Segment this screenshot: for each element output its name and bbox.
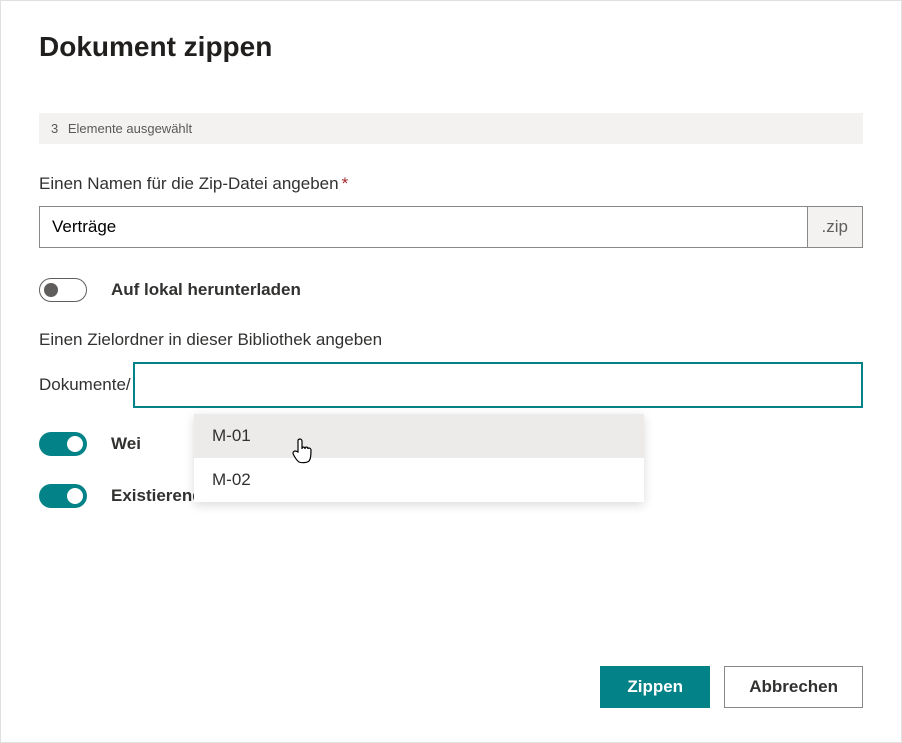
- download-local-toggle[interactable]: [39, 278, 87, 302]
- toggle-knob: [67, 436, 83, 452]
- path-prefix: Dokumente/: [39, 375, 133, 395]
- target-folder-row: Dokumente/ M-01 M-02: [39, 362, 863, 408]
- filename-row: .zip: [39, 206, 863, 248]
- zip-extension-label: .zip: [807, 206, 863, 248]
- option-wei-label: Wei: [111, 434, 141, 454]
- zip-filename-input[interactable]: [39, 206, 807, 248]
- toggle-knob: [44, 283, 58, 297]
- download-local-row: Auf lokal herunterladen: [39, 278, 863, 302]
- target-folder-label: Einen Zielordner in dieser Bibliothek an…: [39, 330, 863, 350]
- dropdown-item[interactable]: M-01: [194, 414, 644, 458]
- toggle-knob: [67, 488, 83, 504]
- folder-suggestions-dropdown: M-01 M-02: [194, 414, 644, 502]
- target-folder-section: Einen Zielordner in dieser Bibliothek an…: [39, 330, 863, 408]
- selection-info-bar: 3 Elemente ausgewählt: [39, 113, 863, 144]
- download-local-label: Auf lokal herunterladen: [111, 280, 301, 300]
- dropdown-item[interactable]: M-02: [194, 458, 644, 502]
- selection-count: 3: [51, 121, 58, 136]
- cancel-button[interactable]: Abbrechen: [724, 666, 863, 708]
- overwrite-toggle[interactable]: [39, 484, 87, 508]
- selection-label: Elemente ausgewählt: [68, 121, 192, 136]
- target-folder-input[interactable]: [133, 362, 863, 408]
- zip-button[interactable]: Zippen: [600, 666, 710, 708]
- required-asterisk: *: [342, 174, 349, 193]
- dialog-title: Dokument zippen: [39, 31, 863, 63]
- dialog-footer: Zippen Abbrechen: [600, 666, 863, 708]
- option-wei-toggle[interactable]: [39, 432, 87, 456]
- filename-label: Einen Namen für die Zip-Datei angeben*: [39, 174, 863, 194]
